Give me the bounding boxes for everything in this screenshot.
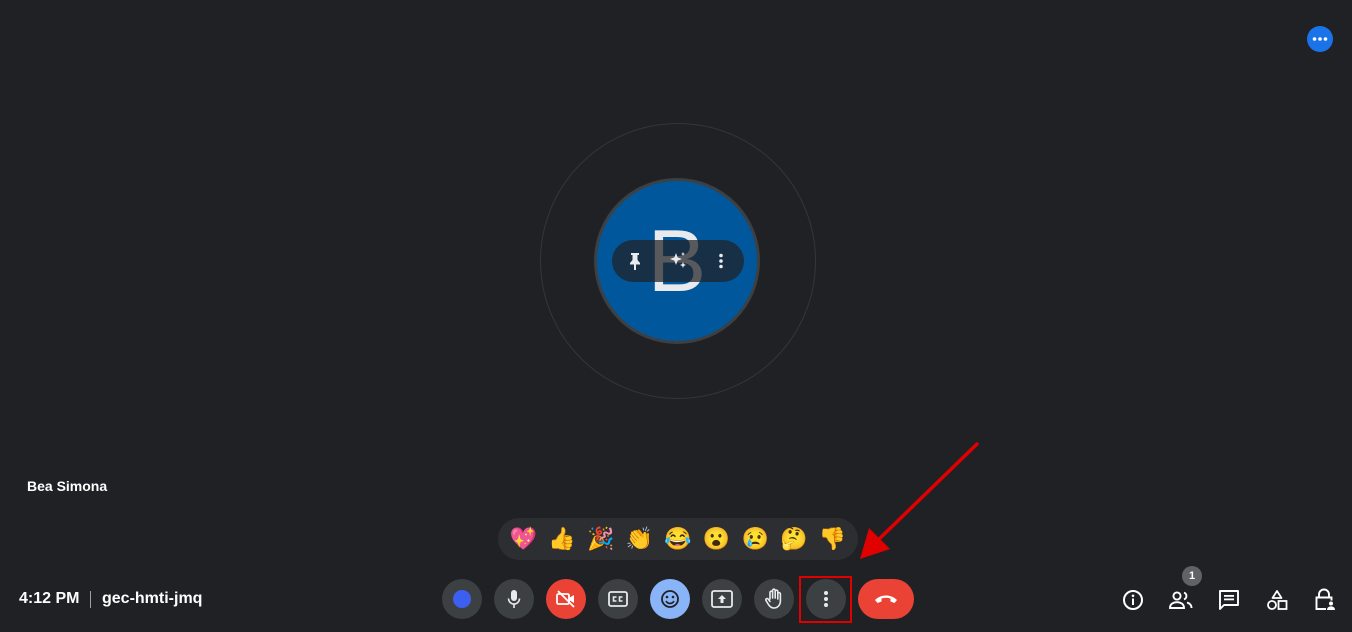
divider	[90, 591, 91, 608]
meeting-code: gec-hmti-jmq	[102, 590, 203, 607]
pin-icon[interactable]	[624, 250, 646, 272]
participant-count-badge: 1	[1182, 566, 1202, 586]
info-icon	[1123, 590, 1143, 610]
captions-button[interactable]	[598, 579, 638, 619]
reaction-party-popper[interactable]: 🎉	[584, 528, 618, 550]
tile-controls-overlay	[612, 240, 744, 282]
videocam-off-icon	[556, 590, 575, 608]
annotation-highlight-box	[799, 576, 852, 623]
activities-button[interactable]	[1264, 587, 1290, 613]
meeting-details-button[interactable]	[1120, 587, 1146, 613]
call-end-icon	[875, 595, 897, 603]
more-horiz-icon	[1312, 37, 1328, 41]
annotation-arrow	[860, 442, 979, 559]
reaction-thinking[interactable]: 🤔	[777, 528, 811, 550]
record-indicator-button[interactable]	[442, 579, 482, 619]
people-icon	[1169, 591, 1193, 609]
reaction-sparkling-heart[interactable]: 💖	[506, 528, 540, 550]
reactions-bar: 💖 👍 🎉 👏 😂 😮 😢 🤔 👎	[498, 518, 858, 560]
cc-icon	[608, 591, 628, 607]
more-options-icon[interactable]	[710, 250, 732, 272]
people-button[interactable]	[1168, 587, 1194, 613]
camera-off-button[interactable]	[546, 579, 586, 619]
shapes-icon	[1267, 590, 1288, 610]
reaction-thumbs-down[interactable]: 👎	[816, 528, 850, 550]
dot-icon	[453, 590, 471, 608]
reactions-button[interactable]	[650, 579, 690, 619]
reaction-clapping[interactable]: 👏	[622, 528, 656, 550]
raise-hand-button[interactable]	[754, 579, 794, 619]
present-button[interactable]	[702, 579, 742, 619]
microphone-button[interactable]	[494, 579, 534, 619]
reaction-joy[interactable]: 😂	[661, 528, 695, 550]
reaction-surprised[interactable]: 😮	[700, 528, 734, 550]
emoji-icon	[661, 590, 679, 608]
mic-icon	[507, 590, 521, 608]
visual-effects-icon[interactable]	[667, 250, 689, 272]
present-screen-icon	[711, 590, 733, 608]
more-button-top[interactable]	[1307, 26, 1333, 52]
reaction-thumbs-up[interactable]: 👍	[545, 528, 579, 550]
chat-icon	[1219, 590, 1239, 610]
participant-name: Bea Simona	[27, 478, 108, 494]
meeting-time: 4:12 PM	[19, 590, 80, 607]
lock-person-icon	[1315, 588, 1335, 610]
hand-icon	[765, 588, 782, 609]
host-controls-button[interactable]	[1312, 587, 1338, 613]
reaction-sad[interactable]: 😢	[738, 528, 772, 550]
chat-button[interactable]	[1216, 587, 1242, 613]
leave-call-button[interactable]	[858, 579, 914, 619]
